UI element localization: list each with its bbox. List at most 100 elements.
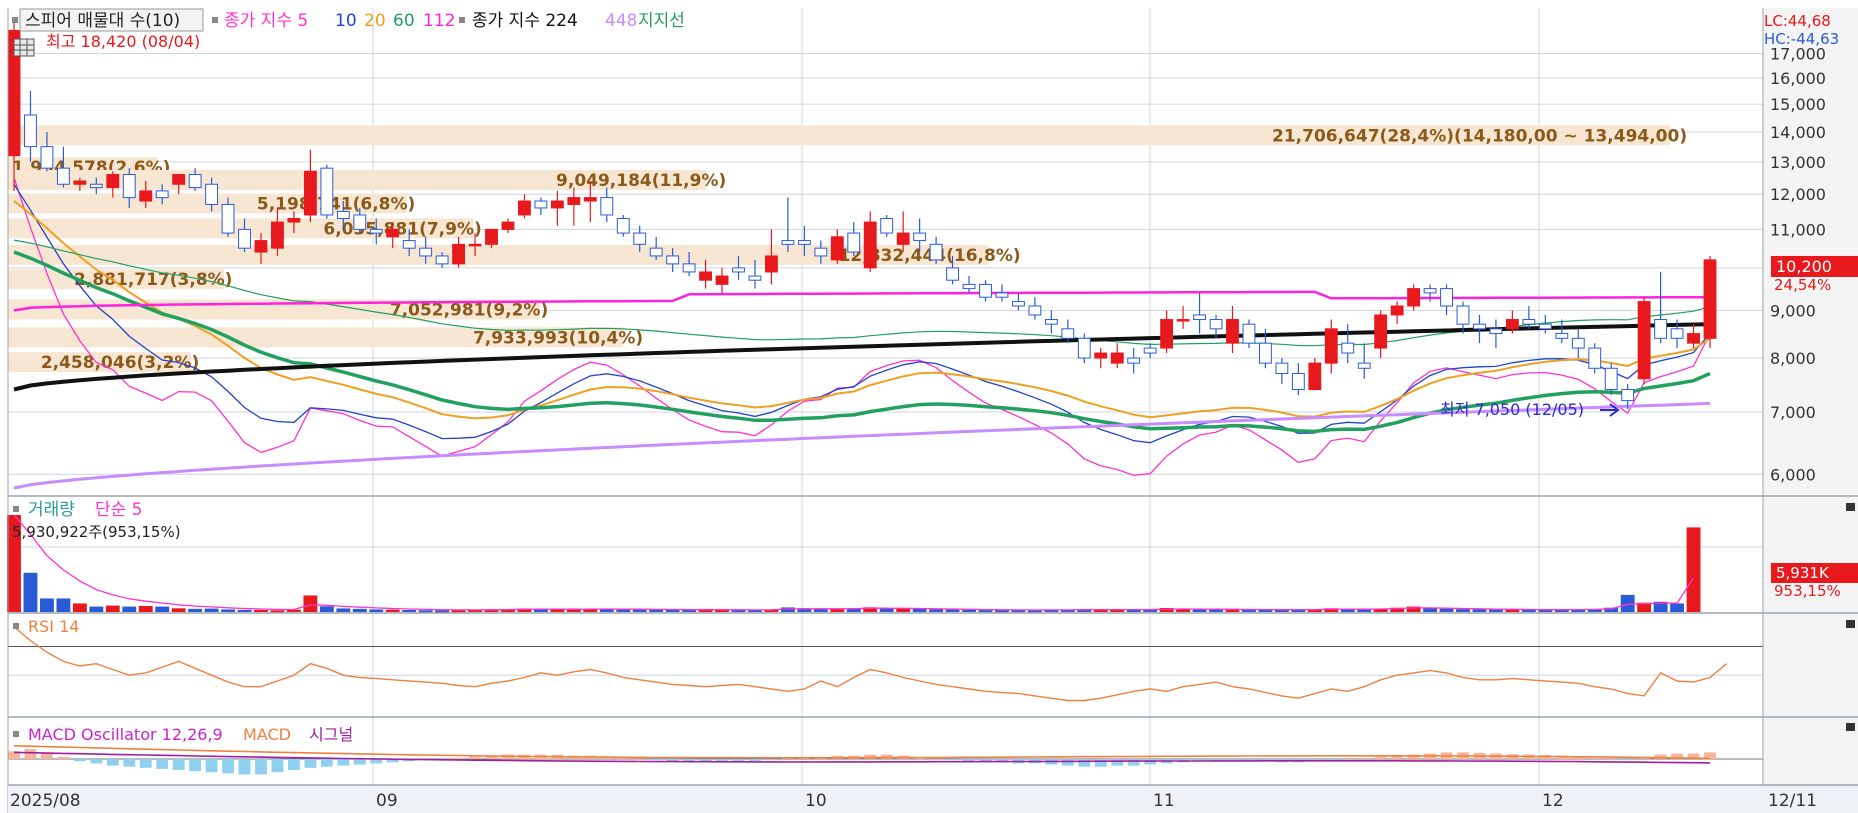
candle-body xyxy=(1604,367,1618,391)
close-volume-panel-button[interactable] xyxy=(1846,503,1855,511)
macd-osc-bar xyxy=(1605,759,1618,760)
macd-osc-bar xyxy=(222,759,234,774)
candle-body xyxy=(1703,259,1717,339)
macd-osc-bar xyxy=(946,759,959,761)
candle-body xyxy=(896,232,910,245)
macd-osc-bar xyxy=(73,759,86,762)
volume-bar xyxy=(56,598,71,612)
candle-body xyxy=(1308,362,1322,391)
volume-bar xyxy=(122,606,137,612)
candle-body xyxy=(1571,337,1585,349)
macd-osc-bar xyxy=(1094,759,1107,767)
candle-body xyxy=(1324,328,1338,364)
volume-bar xyxy=(1670,603,1684,612)
price-tick-label: 6,000 xyxy=(1770,465,1816,484)
volume-profile-label: 9,049,184(11,9%) xyxy=(556,171,726,191)
close-macd-panel-button[interactable] xyxy=(1846,723,1855,731)
volume-bar xyxy=(171,608,186,612)
candle-body xyxy=(1637,301,1651,380)
volume-bar xyxy=(221,609,235,612)
candle-body xyxy=(369,228,383,234)
macd-osc-bar xyxy=(1621,759,1634,761)
stock-chart[interactable]: 21,706,647(28,4%)(14,180,00 ~ 13,494,00)… xyxy=(0,0,1858,813)
volume-bar xyxy=(254,610,268,613)
hc-readout: HC:-44,63 xyxy=(1764,30,1839,48)
candle-body xyxy=(666,255,680,265)
candle-body xyxy=(732,267,745,273)
macd-osc-bar xyxy=(337,759,350,766)
volume-bar xyxy=(418,610,433,613)
candle-body xyxy=(89,183,103,189)
macd-osc-bar xyxy=(749,759,761,762)
macd-osc-bar xyxy=(1341,759,1354,760)
macd-osc-bar xyxy=(963,759,975,762)
candle-body xyxy=(715,275,729,285)
volume-bar xyxy=(945,609,960,612)
legend-marker xyxy=(13,623,19,629)
legend-marker xyxy=(212,17,218,23)
grid-toggle-icon[interactable] xyxy=(13,38,35,57)
macd-osc-bar xyxy=(123,759,136,767)
candle-body xyxy=(1440,288,1453,307)
volume-bar xyxy=(270,610,285,613)
candle-body xyxy=(452,243,466,265)
macd-osc-bar xyxy=(1226,759,1239,761)
candle-body xyxy=(106,174,120,189)
volume-legend-value: 5,930,922주(953,15%) xyxy=(12,523,181,541)
macd-osc-bar xyxy=(765,759,778,761)
candle-body xyxy=(1258,342,1272,364)
candle-body xyxy=(221,203,235,234)
volume-profile-label: 7,933,993(10,4%) xyxy=(473,328,643,348)
price-tick-label: 14,000 xyxy=(1770,123,1826,142)
candle-body xyxy=(1456,305,1470,325)
candle-body xyxy=(188,174,202,189)
macd-osc-bar xyxy=(156,759,169,769)
close-rsi-panel-button[interactable] xyxy=(1846,620,1855,628)
candle-body xyxy=(1670,328,1684,339)
volume-bar xyxy=(72,603,87,612)
candle-body xyxy=(814,247,828,257)
candle-body xyxy=(1160,319,1174,349)
candle-body xyxy=(1390,305,1404,316)
candle-body xyxy=(1505,319,1519,330)
candle-body xyxy=(830,236,844,261)
macd-osc-bar xyxy=(238,759,251,775)
volume-bar xyxy=(385,609,400,612)
legend-ma224: 종가 지수 224 xyxy=(472,11,578,31)
candle-body xyxy=(1654,319,1668,339)
candle-body xyxy=(1423,288,1437,294)
candle-body xyxy=(583,197,597,202)
legend-ma60: 60 xyxy=(393,11,415,31)
candle-body xyxy=(600,197,614,216)
macd-osc-bar xyxy=(172,759,185,770)
volume-bar xyxy=(204,608,219,612)
candle-body xyxy=(254,240,268,253)
candle-body xyxy=(1209,319,1223,330)
candle-body xyxy=(353,214,367,230)
macd-osc-bar xyxy=(320,759,333,767)
price-tick-label: 12,000 xyxy=(1770,185,1826,204)
legend-marker xyxy=(13,731,19,737)
volume-bar xyxy=(1472,609,1487,612)
legend-ma20: 20 xyxy=(364,11,386,31)
volume-bar xyxy=(402,610,417,613)
candle-body xyxy=(501,221,515,230)
candle-body xyxy=(682,263,696,273)
candle-body xyxy=(139,190,153,202)
candle-body xyxy=(946,267,959,281)
date-tick-label: 11 xyxy=(1153,791,1175,811)
volume-bar xyxy=(1489,609,1503,612)
price-badge-value: 10,200 xyxy=(1776,257,1832,276)
candle-body xyxy=(1011,301,1025,307)
volume-legend-ma: 단순 5 xyxy=(95,500,143,520)
candle-body xyxy=(863,221,877,269)
candle-body xyxy=(1028,305,1042,316)
candle-body xyxy=(1193,314,1206,321)
candle-body xyxy=(699,271,713,281)
high-label: 최고 18,420 (08/04) xyxy=(46,32,200,51)
candle-body xyxy=(1341,342,1355,354)
macd-osc-bar xyxy=(353,759,366,765)
macd-osc-bar xyxy=(1127,759,1140,766)
macd-osc-bar xyxy=(1325,759,1338,761)
legend-marker xyxy=(459,17,465,23)
